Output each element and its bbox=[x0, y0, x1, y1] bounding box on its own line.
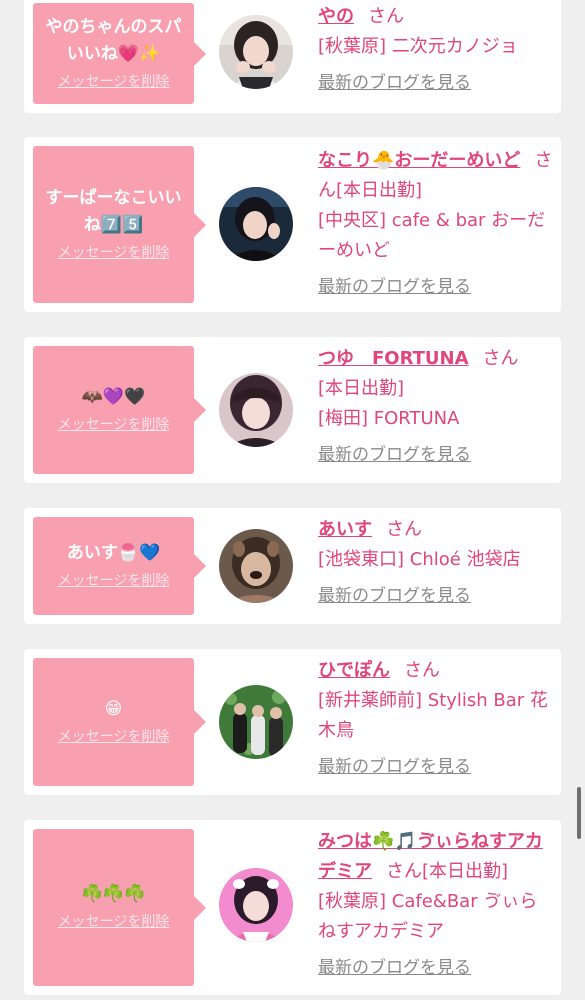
shop-area: [秋葉原] bbox=[318, 36, 387, 57]
profile-name-link[interactable]: なこり🐣おーだーめいど bbox=[318, 150, 520, 171]
shop-line: [秋葉原] 二次元カノジョ bbox=[318, 32, 554, 62]
message-text: 🦇💜🖤 bbox=[81, 386, 146, 407]
profile-name-link[interactable]: つゆ FORTUNA bbox=[318, 348, 469, 369]
profile-info: ひでぽん さん [新井薬師前] Stylish Bar 花木鳥 最新のブログを見る bbox=[318, 656, 554, 782]
profile-info: みつは☘️🎵ゔぃらねすアカデミア さん[本日出勤] [秋葉原] Cafe&Bar … bbox=[318, 827, 554, 983]
shop-line: [梅田] FORTUNA bbox=[318, 404, 554, 434]
delete-message-link[interactable]: メッセージを削除 bbox=[58, 241, 170, 265]
profile-name-link[interactable]: やの bbox=[318, 6, 354, 27]
message-bubble: ☘️☘️☘️ メッセージを削除 bbox=[33, 829, 206, 986]
shop-line: [池袋東口] Chloé 池袋店 bbox=[318, 545, 554, 575]
list-item: 😁 メッセージを削除 ひでぽん さん [新井薬師前] Stylish Bar 花… bbox=[24, 649, 561, 795]
latest-blog-link[interactable]: 最新のブログを見る bbox=[318, 581, 471, 611]
avatar[interactable] bbox=[219, 685, 293, 759]
avatar-photo-icon bbox=[219, 529, 293, 603]
delete-message-link[interactable]: メッセージを削除 bbox=[58, 725, 170, 749]
avatar[interactable] bbox=[219, 15, 293, 89]
shop-line: [秋葉原] Cafe&Bar ゔぃらねすアカデミア bbox=[318, 887, 554, 947]
attendance-status: [本日出勤] bbox=[422, 861, 509, 882]
honorific-label: さん bbox=[386, 861, 422, 882]
delete-message-link[interactable]: メッセージを削除 bbox=[58, 413, 170, 437]
shop-area: [池袋東口] bbox=[318, 549, 405, 570]
message-bubble: 🦇💜🖤 メッセージを削除 bbox=[33, 346, 206, 474]
delete-message-link[interactable]: メッセージを削除 bbox=[58, 70, 170, 94]
list-item: 🦇💜🖤 メッセージを削除 つゆ FORTUNA さん [本日出勤] [梅田] FO… bbox=[24, 337, 561, 483]
profile-info: なこり🐣おーだーめいど さん[本日出勤] [中央区] cafe & bar おーだ… bbox=[318, 146, 554, 302]
honorific-label: さん bbox=[368, 6, 404, 27]
profile-name-link[interactable]: あいす bbox=[318, 519, 372, 540]
attendance-status: [本日出勤] bbox=[318, 378, 405, 399]
profile-info: やの さん [秋葉原] 二次元カノジョ 最新のブログを見る bbox=[318, 2, 554, 98]
shop-area: [梅田] bbox=[318, 408, 369, 429]
attendance-status: [本日出勤] bbox=[336, 180, 423, 201]
message-bubble: あいす🍧💙 メッセージを削除 bbox=[33, 517, 206, 615]
message-text: 😁 bbox=[104, 698, 123, 719]
avatar[interactable] bbox=[219, 529, 293, 603]
avatar-photo-icon bbox=[219, 373, 293, 447]
list-item: すーぱーなこいいね7️⃣5️⃣ メッセージを削除 なこり🐣おーだーめいど さん[本… bbox=[24, 137, 561, 312]
honorific-label: さん bbox=[404, 660, 440, 681]
profile-name-link[interactable]: ひでぽん bbox=[318, 660, 390, 681]
list-item: ☘️☘️☘️ メッセージを削除 みつは☘️🎵ゔぃらねすアカデミア さん[本日出勤]… bbox=[24, 820, 561, 995]
avatar[interactable] bbox=[219, 187, 293, 261]
shop-name: Chloé 池袋店 bbox=[409, 549, 521, 570]
honorific-label: さん bbox=[386, 519, 422, 540]
delete-message-link[interactable]: メッセージを削除 bbox=[58, 569, 170, 593]
shop-name: 二次元カノジョ bbox=[391, 36, 518, 57]
message-text: すーぱーなこいいね7️⃣5️⃣ bbox=[45, 187, 182, 235]
shop-area: [秋葉原] bbox=[318, 891, 387, 912]
shop-name: FORTUNA bbox=[373, 408, 460, 429]
message-text: ☘️☘️☘️ bbox=[81, 884, 146, 904]
honorific-label: さん bbox=[482, 348, 519, 369]
message-text: やのちゃんのスパいいね💗✨ bbox=[45, 16, 182, 64]
latest-blog-link[interactable]: 最新のブログを見る bbox=[318, 953, 471, 983]
profile-info: あいす さん [池袋東口] Chloé 池袋店 最新のブログを見る bbox=[318, 515, 554, 611]
message-bubble: 😁 メッセージを削除 bbox=[33, 658, 206, 786]
profile-info: つゆ FORTUNA さん [本日出勤] [梅田] FORTUNA 最新のブログを… bbox=[318, 344, 554, 470]
avatar-photo-icon bbox=[219, 685, 293, 759]
avatar[interactable] bbox=[219, 373, 293, 447]
avatar-photo-icon bbox=[219, 15, 293, 89]
list-item: あいす🍧💙 メッセージを削除 あいす さん [池袋東口] Chloé 池袋店 最… bbox=[24, 508, 561, 624]
delete-message-link[interactable]: メッセージを削除 bbox=[58, 910, 170, 934]
list-item: やのちゃんのスパいいね💗✨ メッセージを削除 やの さん [秋葉原] 二次元カノジ… bbox=[24, 0, 561, 113]
shop-line: [新井薬師前] Stylish Bar 花木鳥 bbox=[318, 686, 554, 746]
avatar-photo-icon bbox=[219, 868, 293, 942]
latest-blog-link[interactable]: 最新のブログを見る bbox=[318, 440, 471, 470]
latest-blog-link[interactable]: 最新のブログを見る bbox=[318, 752, 471, 782]
message-text: あいす🍧💙 bbox=[66, 542, 161, 563]
latest-blog-link[interactable]: 最新のブログを見る bbox=[318, 272, 471, 302]
message-bubble: すーぱーなこいいね7️⃣5️⃣ メッセージを削除 bbox=[33, 146, 206, 303]
message-bubble: やのちゃんのスパいいね💗✨ メッセージを削除 bbox=[33, 3, 206, 104]
shop-area: [中央区] bbox=[318, 210, 387, 231]
scrollbar[interactable] bbox=[577, 787, 581, 839]
shop-line: [中央区] cafe & bar おーだーめいど bbox=[318, 206, 554, 266]
shop-area: [新井薬師前] bbox=[318, 690, 423, 711]
avatar-photo-icon bbox=[219, 187, 293, 261]
latest-blog-link[interactable]: 最新のブログを見る bbox=[318, 68, 471, 98]
avatar[interactable] bbox=[219, 868, 293, 942]
